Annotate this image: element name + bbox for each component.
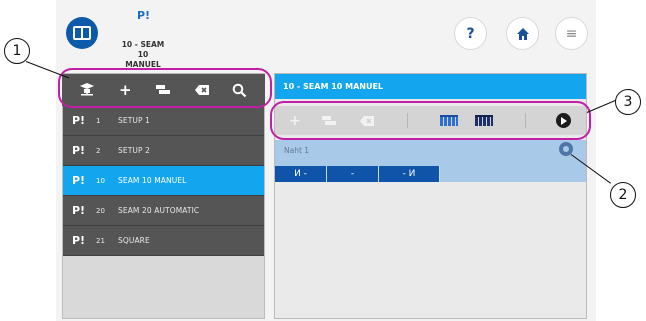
program-badge: P! <box>137 9 151 22</box>
current-program-line1: 10 - SEAM 10 <box>121 40 165 59</box>
seam-segment[interactable]: - <box>327 166 379 182</box>
program-list: P! 1 SETUP 1 P! 2 SETUP 2 P! 10 SEAM 10 … <box>63 106 264 256</box>
program-item-2[interactable]: P! 2 SETUP 2 <box>63 136 264 166</box>
program-item-10[interactable]: P! 10 SEAM 10 MANUEL <box>63 166 264 196</box>
program-number: 10 <box>96 176 105 185</box>
seam-segment-track[interactable]: И - - - И <box>275 166 440 182</box>
program-icon: P! <box>72 204 86 217</box>
seam-segment[interactable]: - И <box>379 166 440 182</box>
program-manager-icon[interactable] <box>66 17 98 49</box>
home-icon <box>516 27 529 40</box>
program-item-21[interactable]: P! 21 SQUARE <box>63 226 264 256</box>
program-number: 2 <box>96 146 101 155</box>
program-label: SETUP 1 <box>118 116 150 125</box>
help-button[interactable]: ? <box>454 17 487 50</box>
program-number: 1 <box>96 116 101 125</box>
callout-number-1: 1 <box>4 38 30 64</box>
program-label: SETUP 2 <box>118 146 150 155</box>
program-label: SQUARE <box>118 236 150 245</box>
current-program-name: 10 - SEAM 10 MANUEL <box>118 40 168 70</box>
program-icon: P! <box>72 234 86 247</box>
callout-highlight-3 <box>270 101 591 140</box>
program-icon: P! <box>72 174 86 187</box>
help-icon: ? <box>466 25 475 42</box>
program-number: 20 <box>96 206 105 215</box>
home-button[interactable] <box>506 17 539 50</box>
program-number: 21 <box>96 236 105 245</box>
program-detail-title: 10 - SEAM 10 MANUEL <box>275 74 586 99</box>
program-item-1[interactable]: P! 1 SETUP 1 <box>63 106 264 136</box>
callout-number-3: 3 <box>615 89 641 115</box>
seam-segment[interactable]: И - <box>275 166 327 182</box>
program-label: SEAM 20 AUTOMATIC <box>118 206 200 215</box>
program-item-20[interactable]: P! 20 SEAM 20 AUTOMATIC <box>63 196 264 226</box>
program-label: SEAM 10 MANUEL <box>118 176 187 185</box>
menu-button[interactable]: ≡ <box>555 17 588 50</box>
menu-icon: ≡ <box>565 25 578 42</box>
callout-number-2: 2 <box>610 182 636 208</box>
program-icon: P! <box>72 114 86 127</box>
callout-highlight-1 <box>58 68 272 108</box>
program-icon: P! <box>72 144 86 157</box>
seam-name: Naht 1 <box>284 146 310 155</box>
